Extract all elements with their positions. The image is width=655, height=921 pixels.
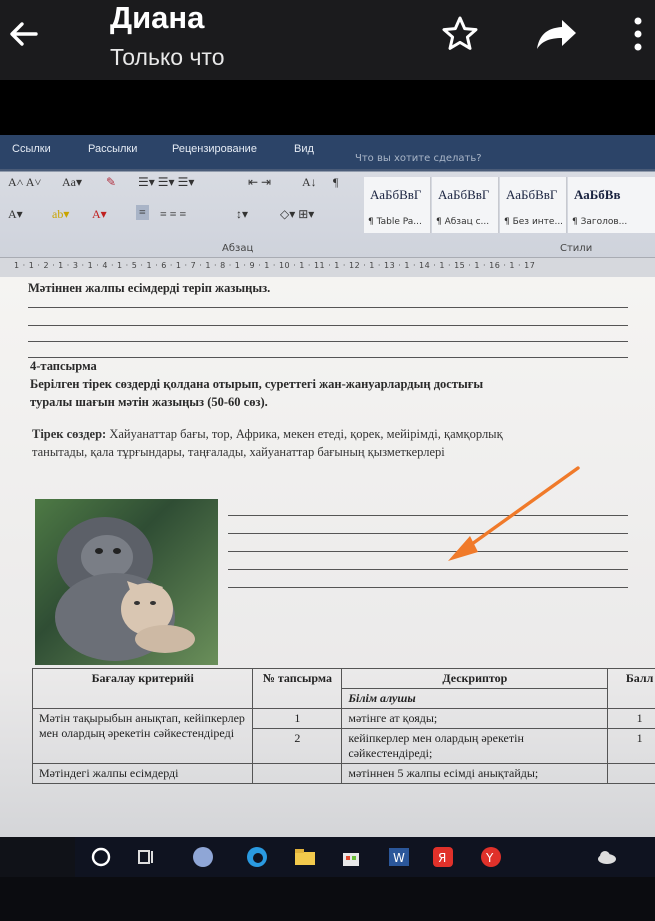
line-spacing-icon[interactable]: ↕▾: [236, 207, 248, 222]
doc-line-0: Мәтіннен жалпы есімдерді теріп жазыңыз.: [28, 281, 271, 295]
header-criteria: Бағалау критерийі: [31, 668, 254, 709]
style-table-paragraph[interactable]: АаБбВвГ ¶ Table Pa...: [364, 177, 431, 233]
task-no-cell: 2: [252, 728, 343, 764]
score-cell: 1: [607, 708, 655, 729]
star-icon[interactable]: [440, 14, 480, 54]
grow-font-button[interactable]: A˄ A˅: [8, 175, 41, 190]
monitor-photo[interactable]: Ссылки Рассылки Рецензирование Вид Что в…: [0, 135, 655, 921]
monkey-cat-photo: [35, 499, 218, 665]
tab-references[interactable]: Ссылки: [12, 143, 51, 155]
tab-review[interactable]: Рецензирование: [172, 143, 257, 155]
font-color-icon[interactable]: A▾: [92, 207, 107, 222]
file-explorer-icon[interactable]: [293, 845, 317, 869]
document-page[interactable]: Мәтіннен жалпы есімдерді теріп жазыңыз. …: [0, 277, 655, 837]
bullets-icon[interactable]: ☰▾ ☰▾ ☰▾: [138, 175, 194, 190]
table-row: Мәтіндегі жалпы есімдерді мәтіннен 5 жал…: [31, 763, 655, 784]
task-line-2: туралы шағын мәтін жазыңыз (50-60 сөз).: [30, 395, 268, 409]
score-cell: [607, 763, 655, 784]
criteria-cell: Мәтін тақырыбын анықтап, кейіпкерлер мен…: [31, 708, 254, 764]
ribbon-tabs: Ссылки Рассылки Рецензирование Вид Что в…: [0, 135, 655, 169]
sort-icon[interactable]: A↓: [302, 175, 317, 190]
task-no-cell: [252, 763, 343, 784]
yandex-icon[interactable]: Я: [431, 845, 455, 869]
style-heading[interactable]: АаБбВв ¶ Заголов...: [568, 177, 655, 233]
indent-icon[interactable]: ⇤ ⇥: [248, 175, 271, 190]
task-line-1: Берілген тірек сөздерді қолдана отырып, …: [30, 377, 484, 391]
subheader-learner: Білім алушы: [341, 688, 609, 709]
answer-line: [28, 357, 628, 358]
descriptor-cell: мәтіннен 5 жалпы есімді анықтайды;: [341, 763, 609, 784]
weather-icon[interactable]: [595, 845, 619, 869]
style-list-paragraph[interactable]: АаБбВвГ ¶ Абзац с...: [432, 177, 499, 233]
header-task-no: № тапсырма: [252, 668, 343, 709]
contact-name: Диана: [110, 0, 205, 35]
answer-line: [228, 587, 628, 588]
back-arrow-icon[interactable]: [6, 16, 42, 52]
align-left-icon[interactable]: ≡: [136, 205, 149, 220]
yandex-browser-icon[interactable]: Y: [479, 845, 503, 869]
task-no-cell: 1: [252, 708, 343, 729]
word-ribbon: Ссылки Рассылки Рецензирование Вид Что в…: [0, 135, 655, 257]
windows-taskbar: W Я Y: [75, 837, 655, 877]
table-row: Мәтін тақырыбын анықтап, кейіпкерлер мен…: [31, 708, 655, 764]
align-buttons[interactable]: ≡ ≡ ≡: [160, 207, 186, 222]
task-title: 4-тапсырма: [30, 359, 97, 373]
timestamp: Только что: [110, 44, 225, 70]
monitor-bezel: [0, 877, 655, 921]
pilcrow-icon[interactable]: ¶: [333, 175, 338, 190]
support-words-line-1: Тірек сөздер: Хайуанаттар бағы, тор, Афр…: [32, 427, 503, 441]
answer-line: [28, 325, 628, 326]
top-app-bar: Диана Только что: [0, 0, 655, 80]
ruler: 1 · 1 · 2 · 1 · 3 · 1 · 4 · 1 · 5 · 1 · …: [0, 257, 655, 278]
task-view-icon[interactable]: [135, 845, 159, 869]
score-cell: 1: [607, 728, 655, 764]
support-label: Тірек сөздер:: [32, 427, 107, 441]
group-label-styles: Стили: [560, 243, 593, 254]
change-case-button[interactable]: Aa▾: [62, 175, 82, 190]
svg-text:Y: Y: [485, 851, 494, 865]
svg-text:Я: Я: [438, 851, 446, 865]
answer-line: [28, 341, 628, 342]
tell-me-search[interactable]: Что вы хотите сделать?: [355, 153, 482, 164]
cortana-icon[interactable]: [89, 845, 113, 869]
more-vert-icon[interactable]: [628, 14, 648, 54]
svg-text:W: W: [393, 851, 405, 865]
answer-line: [28, 307, 628, 308]
share-icon[interactable]: [534, 16, 578, 52]
store-icon[interactable]: [339, 845, 363, 869]
shading-icon[interactable]: ◇▾ ⊞▾: [280, 207, 314, 222]
word-icon[interactable]: W: [387, 845, 411, 869]
header-descriptor: Дескриптор: [341, 668, 609, 689]
group-label-paragraph: Абзац: [222, 243, 254, 254]
app-icon[interactable]: [191, 845, 215, 869]
support-words-line-2: танытады, қала тұрғындары, таңғалады, ха…: [32, 445, 445, 459]
header-score: Балл: [607, 668, 655, 709]
style-no-spacing[interactable]: АаБбВвГ ¶ Без инте...: [500, 177, 567, 233]
text-effects-icon[interactable]: A▾: [8, 207, 23, 222]
tab-view[interactable]: Вид: [294, 143, 314, 155]
descriptor-cell: кейіпкерлер мен олардың әрекетін сәйкест…: [341, 728, 609, 764]
descriptor-cell: мәтінге ат қояды;: [341, 708, 609, 729]
orange-arrow-icon: [448, 466, 580, 561]
tab-mailings[interactable]: Рассылки: [88, 143, 137, 155]
answer-line: [228, 569, 628, 570]
clear-format-icon[interactable]: ✎: [106, 175, 116, 190]
highlight-icon[interactable]: ab▾: [52, 207, 69, 222]
assessment-table: Бағалау критерийі № тапсырма Дескриптор …: [31, 668, 655, 784]
criteria-cell: Мәтіндегі жалпы есімдерді: [31, 763, 254, 784]
edge-icon[interactable]: [245, 845, 269, 869]
